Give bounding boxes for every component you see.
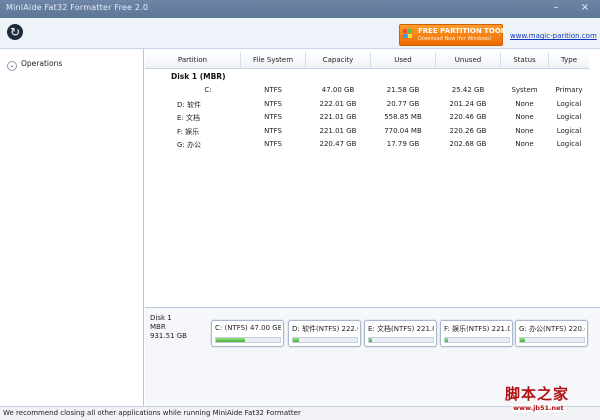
partition-box[interactable]: F: 娱乐(NTFS) 221.0 [440,320,513,347]
cell-status[interactable]: None [501,100,548,108]
cell-type[interactable]: Logical [549,100,589,108]
left-panel: ⌄ Operations [0,49,144,406]
partition-box-label: G: 办公(NTFS) 220.4 [519,325,585,333]
cell-type[interactable]: Logical [549,127,589,135]
operations-section[interactable]: ⌄ Operations [7,59,62,71]
window-title: MiniAide Fat32 Formatter Free 2.0 [6,3,149,12]
partition-box[interactable]: E: 文档(NTFS) 221.0 [364,320,437,347]
partition-box-label: E: 文档(NTFS) 221.0 [368,325,434,333]
disk-group-label[interactable]: Disk 1 (MBR) [171,72,226,81]
cell-status[interactable]: None [501,140,548,148]
cell-status[interactable]: None [501,113,548,121]
cell-unused[interactable]: 202.68 GB [436,140,500,148]
minimize-button[interactable]: – [549,1,563,15]
cell-capacity[interactable]: 220.47 GB [306,140,370,148]
banner-subtitle: Download Now (for Windows) [418,36,492,42]
partition-box-label: F: 娱乐(NTFS) 221.0 [444,325,510,333]
cell-fs[interactable]: NTFS [241,100,305,108]
table-header: Partition File System Capacity Used Unus… [145,52,589,69]
free-partition-tool-banner[interactable]: FREE PARTITION TOOL Download Now (for Wi… [399,24,506,46]
partition-table: Partition File System Capacity Used Unus… [145,49,600,306]
cell-used[interactable]: 770.04 MB [371,127,435,135]
partition-usage-bar [215,337,281,343]
cell-fs[interactable]: NTFS [241,127,305,135]
column-status[interactable]: Status [501,52,549,68]
cell-used[interactable]: 558.85 MB [371,113,435,121]
column-file-system[interactable]: File System [241,52,306,68]
banner-title: FREE PARTITION TOOL [418,27,506,35]
close-button[interactable]: × [578,1,592,15]
cell-type[interactable]: Logical [549,140,589,148]
windows-logo-icon [403,29,413,39]
cell-capacity[interactable]: 221.01 GB [306,113,370,121]
partition-box[interactable]: G: 办公(NTFS) 220.4 [515,320,588,347]
cell-unused[interactable]: 220.46 GB [436,113,500,121]
watermark-url: www.jb51.net [512,404,565,412]
cell-type[interactable]: Logical [549,113,589,121]
disk-info[interactable]: Disk 1 MBR 931.51 GB [150,314,187,341]
cell-used[interactable]: 20.77 GB [371,100,435,108]
column-partition[interactable]: Partition [145,52,241,68]
partition-usage-bar [519,337,585,343]
disk-name: Disk 1 [150,314,172,322]
cell-partition[interactable]: C: [177,86,239,94]
partition-usage-bar [292,337,358,343]
cell-status[interactable]: None [501,127,548,135]
partition-box[interactable]: C: (NTFS) 47.00 GB [211,320,284,347]
cell-status[interactable]: System [501,86,548,94]
cell-fs[interactable]: NTFS [241,113,305,121]
cell-unused[interactable]: 220.26 GB [436,127,500,135]
status-message: We recommend closing all other applicati… [3,409,301,417]
disk-size: 931.51 GB [150,332,187,340]
partition-usage-fill [369,338,372,342]
cell-used[interactable]: 17.79 GB [371,140,435,148]
column-capacity[interactable]: Capacity [306,52,371,68]
partition-box[interactable]: D: 软件(NTFS) 222.0 [288,320,361,347]
partition-usage-bar [368,337,434,343]
refresh-icon[interactable]: ↻ [7,24,23,40]
column-used[interactable]: Used [371,52,436,68]
status-bar: We recommend closing all other applicati… [0,406,600,420]
partition-usage-fill [216,338,246,342]
cell-fs[interactable]: NTFS [241,86,305,94]
partition-box-label: C: (NTFS) 47.00 GB [215,324,281,332]
cell-capacity[interactable]: 221.01 GB [306,127,370,135]
title-bar: MiniAide Fat32 Formatter Free 2.0 – × [0,0,600,18]
cell-partition[interactable]: F: 娱乐 [177,127,239,137]
column-unused[interactable]: Unused [436,52,501,68]
cell-partition[interactable]: D: 软件 [177,100,239,110]
cell-unused[interactable]: 25.42 GB [436,86,500,94]
partition-usage-fill [445,338,448,342]
disk-style: MBR [150,323,166,331]
chevron-down-icon[interactable]: ⌄ [7,61,17,71]
cell-partition[interactable]: E: 文档 [177,113,239,123]
website-link[interactable]: www.magic-parition.com [510,32,597,40]
partition-box-label: D: 软件(NTFS) 222.0 [292,325,358,333]
cell-capacity[interactable]: 47.00 GB [306,86,370,94]
cell-used[interactable]: 21.58 GB [371,86,435,94]
partition-usage-fill [520,338,526,342]
cell-type[interactable]: Primary [549,86,589,94]
cell-capacity[interactable]: 222.01 GB [306,100,370,108]
operations-label: Operations [21,59,63,68]
cell-unused[interactable]: 201.24 GB [436,100,500,108]
cell-fs[interactable]: NTFS [241,140,305,148]
partition-usage-bar [444,337,510,343]
partition-usage-fill [293,338,299,342]
watermark-text: 脚本之家 [505,385,570,403]
cell-partition[interactable]: G: 办公 [177,140,239,150]
column-type[interactable]: Type [549,52,589,68]
